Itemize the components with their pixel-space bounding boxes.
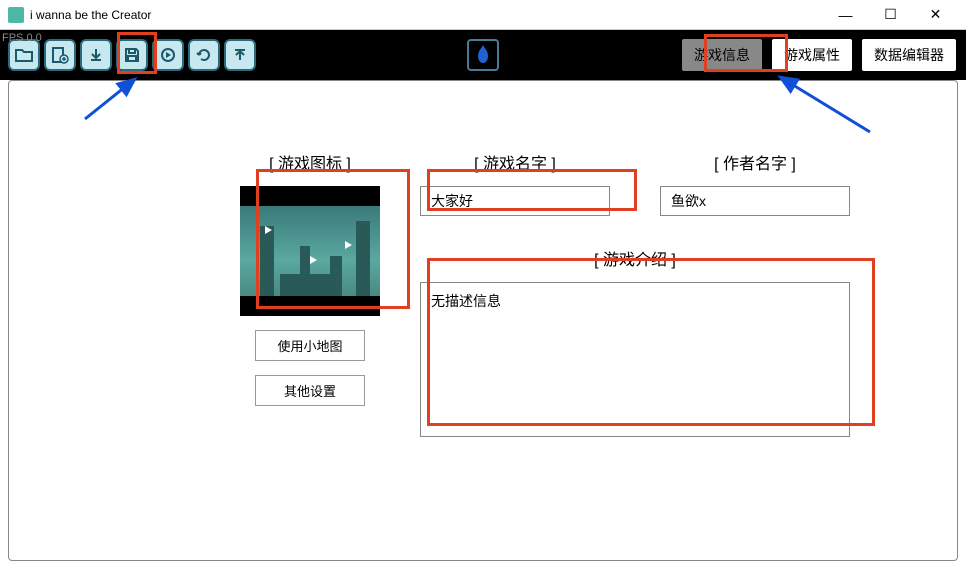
play-button[interactable] bbox=[152, 39, 184, 71]
use-minimap-button[interactable]: 使用小地图 bbox=[255, 330, 365, 361]
center-character-icon[interactable] bbox=[467, 39, 499, 71]
author-name-input[interactable] bbox=[660, 186, 850, 216]
refresh-icon bbox=[196, 47, 212, 63]
other-settings-button[interactable]: 其他设置 bbox=[255, 375, 365, 406]
game-name-input[interactable] bbox=[420, 186, 610, 216]
game-icon-column: [ 游戏图标 ] 使用小地图 其他设置 bbox=[240, 150, 380, 437]
author-name-label: [ 作者名字 ] bbox=[714, 150, 796, 174]
minimize-button[interactable]: — bbox=[823, 1, 868, 29]
new-file-button[interactable] bbox=[44, 39, 76, 71]
save-button[interactable] bbox=[116, 39, 148, 71]
right-column: [ 游戏名字 ] [ 作者名字 ] [ 游戏介绍 ] bbox=[420, 150, 850, 437]
game-icon-label: [ 游戏图标 ] bbox=[269, 150, 351, 174]
close-button[interactable]: ✕ bbox=[913, 1, 958, 29]
fps-counter: FPS 0.0 bbox=[2, 32, 42, 44]
upload-icon bbox=[232, 47, 248, 63]
game-name-group: [ 游戏名字 ] bbox=[420, 150, 610, 216]
tab-game-props[interactable]: 游戏属性 bbox=[770, 37, 854, 73]
play-icon bbox=[160, 47, 176, 63]
titlebar: i wanna be the Creator — ☐ ✕ bbox=[0, 0, 966, 30]
new-file-icon bbox=[51, 46, 69, 64]
author-name-group: [ 作者名字 ] bbox=[660, 150, 850, 216]
folder-icon bbox=[15, 47, 33, 63]
game-desc-group: [ 游戏介绍 ] bbox=[420, 246, 850, 437]
game-icon-preview[interactable] bbox=[240, 186, 380, 316]
game-desc-label: [ 游戏介绍 ] bbox=[594, 246, 676, 270]
save-icon bbox=[124, 47, 140, 63]
upload-button[interactable] bbox=[224, 39, 256, 71]
refresh-button[interactable] bbox=[188, 39, 220, 71]
game-name-label: [ 游戏名字 ] bbox=[474, 150, 556, 174]
toolbar: 游戏信息 游戏属性 数据编辑器 bbox=[0, 30, 966, 80]
preview-scene bbox=[240, 206, 380, 296]
name-row: [ 游戏名字 ] [ 作者名字 ] bbox=[420, 150, 850, 216]
maximize-button[interactable]: ☐ bbox=[868, 1, 913, 29]
flame-icon bbox=[473, 43, 493, 67]
download-icon bbox=[88, 47, 104, 63]
game-desc-textarea[interactable] bbox=[420, 282, 850, 437]
content-area: [ 游戏图标 ] 使用小地图 其他设置 [ 游戏名字 ] [ 作者名字 ] bbox=[0, 80, 966, 457]
window-controls: — ☐ ✕ bbox=[823, 1, 958, 29]
tab-group: 游戏信息 游戏属性 数据编辑器 bbox=[680, 37, 958, 73]
download-button[interactable] bbox=[80, 39, 112, 71]
tab-data-editor[interactable]: 数据编辑器 bbox=[860, 37, 958, 73]
app-icon bbox=[8, 7, 24, 23]
window-title: i wanna be the Creator bbox=[30, 8, 823, 22]
tab-game-info[interactable]: 游戏信息 bbox=[680, 37, 764, 73]
